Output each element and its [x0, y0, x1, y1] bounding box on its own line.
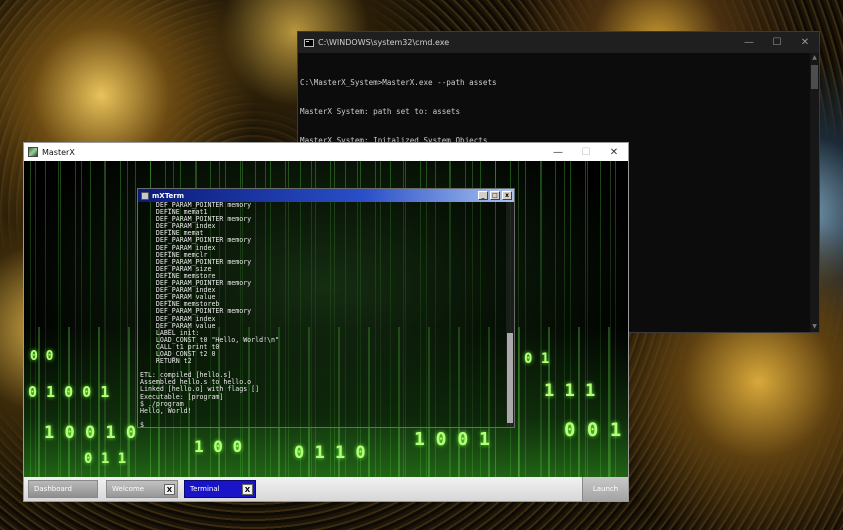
scroll-down-icon[interactable]: ▼: [810, 322, 819, 332]
console-icon: [304, 38, 314, 47]
masterx-titlebar[interactable]: MasterX — ☐ ✕: [24, 143, 628, 161]
tab-close-button[interactable]: X: [164, 483, 175, 495]
terminal-line: $ ./program: [140, 399, 184, 408]
launch-button[interactable]: Launch: [582, 477, 628, 501]
tab-label: Welcome: [112, 485, 145, 493]
terminal-line: $: [140, 420, 144, 427]
scroll-up-icon[interactable]: ▲: [810, 53, 819, 63]
mxterm-titlebar[interactable]: mXTerm _ □ x: [138, 189, 514, 202]
taskbar: Dashboard Welcome X Terminal X Launch: [24, 477, 628, 501]
matrix-digits: 0 1 1 0: [294, 443, 366, 463]
cmd-maximize-button[interactable]: ☐: [763, 37, 791, 48]
cmd-line: C:\MasterX_System>MasterX.exe --path ass…: [300, 78, 497, 88]
terminal-line: Hello, World!: [140, 406, 192, 415]
cmd-minimize-button[interactable]: —: [735, 37, 763, 48]
mxterm-title: mXTerm: [152, 191, 185, 200]
mxterm-close-button[interactable]: x: [502, 191, 512, 200]
matrix-digits: 1 0 0 1: [414, 429, 490, 450]
matrix-digits: 1 0 0: [194, 437, 243, 456]
terminal-line: LOAD_CONST t2 0: [140, 349, 216, 358]
masterx-minimize-button[interactable]: —: [544, 147, 572, 158]
mxterm-scroll-thumb[interactable]: [507, 333, 513, 423]
cmd-title: C:\WINDOWS\system32\cmd.exe: [318, 38, 450, 47]
tab-terminal[interactable]: Terminal X: [184, 480, 256, 498]
matrix-digits: 0 1: [524, 351, 550, 367]
matrix-digits: 0 0 1: [564, 419, 622, 441]
tab-close-button[interactable]: X: [242, 483, 253, 495]
masterx-maximize-button[interactable]: ☐: [572, 147, 600, 158]
cmd-scrollbar[interactable]: ▲ ▼: [810, 53, 819, 332]
terminal-line: Executable: [program]: [140, 392, 224, 401]
matrix-digits: 0 1 0 0 1: [28, 383, 110, 401]
cmd-close-button[interactable]: ✕: [791, 37, 819, 48]
masterx-close-button[interactable]: ✕: [600, 147, 628, 158]
mxterm-scrollbar[interactable]: [506, 202, 514, 427]
masterx-title: MasterX: [42, 147, 75, 157]
cmd-titlebar[interactable]: C:\WINDOWS\system32\cmd.exe — ☐ ✕: [298, 32, 819, 53]
mxterm-output[interactable]: DEF_PARAM_POINTER memory DEFINE memat1 D…: [138, 202, 506, 427]
matrix-digits: 1 0 0 1 0: [44, 423, 137, 443]
mxterm-minimize-button[interactable]: _: [478, 191, 488, 200]
terminal-line: RETURN t2: [140, 357, 192, 366]
matrix-digits: 0 1 1: [84, 451, 127, 467]
cmd-line: MasterX System: path set to: assets: [300, 106, 461, 116]
mxterm-window[interactable]: mXTerm _ □ x DEF_PARAM_POINTER memory DE…: [137, 188, 515, 428]
tab-label: Terminal: [190, 485, 220, 493]
tab-welcome[interactable]: Welcome X: [106, 480, 178, 498]
masterx-app-icon: [28, 147, 38, 157]
matrix-digits: 0 0: [30, 349, 54, 364]
matrix-digits: 1 1 1: [544, 381, 596, 401]
terminal-icon: [141, 191, 149, 200]
tab-dashboard[interactable]: Dashboard: [28, 480, 98, 498]
cmd-scroll-thumb[interactable]: [811, 65, 818, 89]
tab-label: Dashboard: [34, 485, 72, 493]
mxterm-maximize-button[interactable]: □: [490, 191, 500, 200]
